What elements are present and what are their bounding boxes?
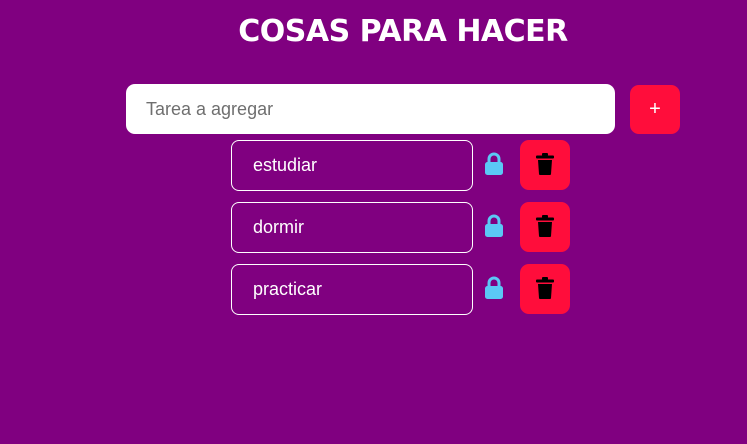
- trash-icon: [536, 153, 554, 175]
- task-input[interactable]: [126, 84, 615, 134]
- trash-icon: [536, 277, 554, 299]
- trash-icon: [536, 215, 554, 237]
- task-label[interactable]: dormir: [231, 202, 473, 253]
- task-list: estudiar dormir practicar: [231, 140, 571, 326]
- delete-task-button[interactable]: [520, 264, 570, 314]
- lock-icon[interactable]: [483, 152, 505, 176]
- page-title: COSAS PARA HACER: [238, 14, 568, 49]
- lock-icon[interactable]: [483, 276, 505, 300]
- lock-icon[interactable]: [483, 214, 505, 238]
- delete-task-button[interactable]: [520, 202, 570, 252]
- delete-task-button[interactable]: [520, 140, 570, 190]
- task-label[interactable]: practicar: [231, 264, 473, 315]
- task-item: estudiar: [231, 140, 571, 191]
- task-item: practicar: [231, 264, 571, 315]
- add-task-button[interactable]: +: [630, 85, 680, 134]
- task-label[interactable]: estudiar: [231, 140, 473, 191]
- task-item: dormir: [231, 202, 571, 253]
